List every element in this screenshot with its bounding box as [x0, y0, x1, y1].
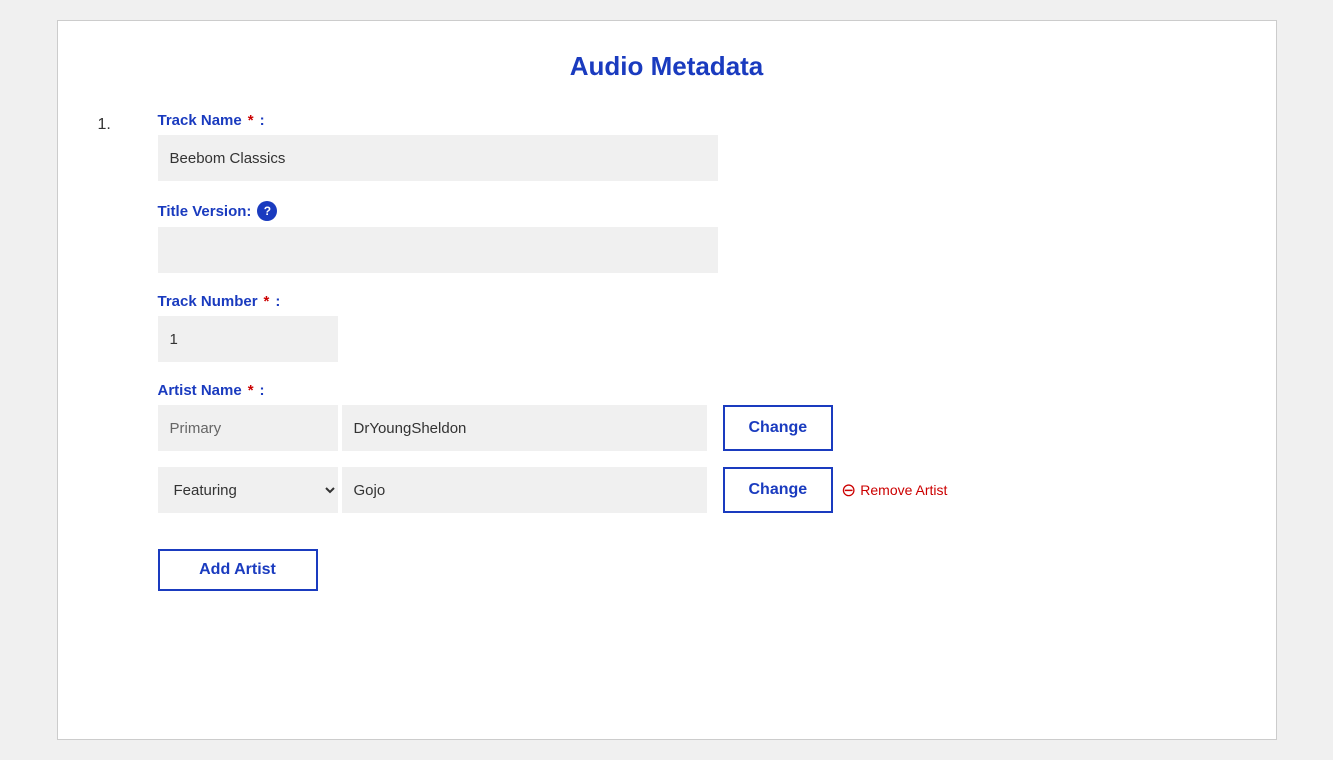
track-name-required: * — [248, 112, 254, 129]
title-version-label: Title Version: ? — [158, 201, 1236, 221]
title-version-group: Title Version: ? — [158, 201, 1236, 273]
remove-artist-icon: ⊖ — [841, 481, 856, 499]
form-fields: Track Name *: Title Version: ? Track Numb… — [158, 112, 1236, 611]
artist-name-group: Artist Name *: Change Primary Featuring C… — [158, 382, 1236, 591]
title-version-input[interactable] — [158, 227, 718, 273]
featuring-artist-name-input[interactable] — [342, 467, 707, 513]
track-number-label-text: Track Number — [158, 293, 258, 310]
track-name-colon: : — [260, 112, 265, 129]
track-name-label-text: Track Name — [158, 112, 242, 129]
track-number-input[interactable] — [158, 316, 338, 362]
page-title: Audio Metadata — [98, 51, 1236, 82]
page-container: Audio Metadata 1. Track Name *: Title Ver… — [57, 20, 1277, 740]
item-number: 1. — [98, 112, 158, 134]
artist-name-label: Artist Name *: — [158, 382, 1236, 399]
primary-artist-type-input — [158, 405, 338, 451]
remove-artist-button[interactable]: ⊖ Remove Artist — [841, 481, 947, 499]
track-number-label: Track Number *: — [158, 293, 1236, 310]
featuring-artist-type-select[interactable]: Primary Featuring Composer Lyricist Remi… — [158, 467, 338, 513]
track-name-group: Track Name *: — [158, 112, 1236, 181]
track-name-input[interactable] — [158, 135, 718, 181]
track-name-label: Track Name *: — [158, 112, 1236, 129]
title-version-help-icon[interactable]: ? — [257, 201, 277, 221]
artist-name-required: * — [248, 382, 254, 399]
remove-artist-label: Remove Artist — [860, 482, 947, 498]
track-number-group: Track Number *: — [158, 293, 1236, 362]
primary-artist-name-input[interactable] — [342, 405, 707, 451]
primary-artist-change-button[interactable]: Change — [723, 405, 834, 451]
featuring-artist-row: Primary Featuring Composer Lyricist Remi… — [158, 467, 1236, 513]
title-version-label-text: Title Version: — [158, 203, 252, 220]
artist-name-colon: : — [260, 382, 265, 399]
featuring-artist-change-button[interactable]: Change — [723, 467, 834, 513]
form-section: 1. Track Name *: Title Version: ? — [98, 112, 1236, 611]
artist-name-label-text: Artist Name — [158, 382, 242, 399]
track-number-colon: : — [275, 293, 280, 310]
add-artist-button[interactable]: Add Artist — [158, 549, 318, 591]
track-number-required: * — [264, 293, 270, 310]
primary-artist-row: Change — [158, 405, 1236, 451]
